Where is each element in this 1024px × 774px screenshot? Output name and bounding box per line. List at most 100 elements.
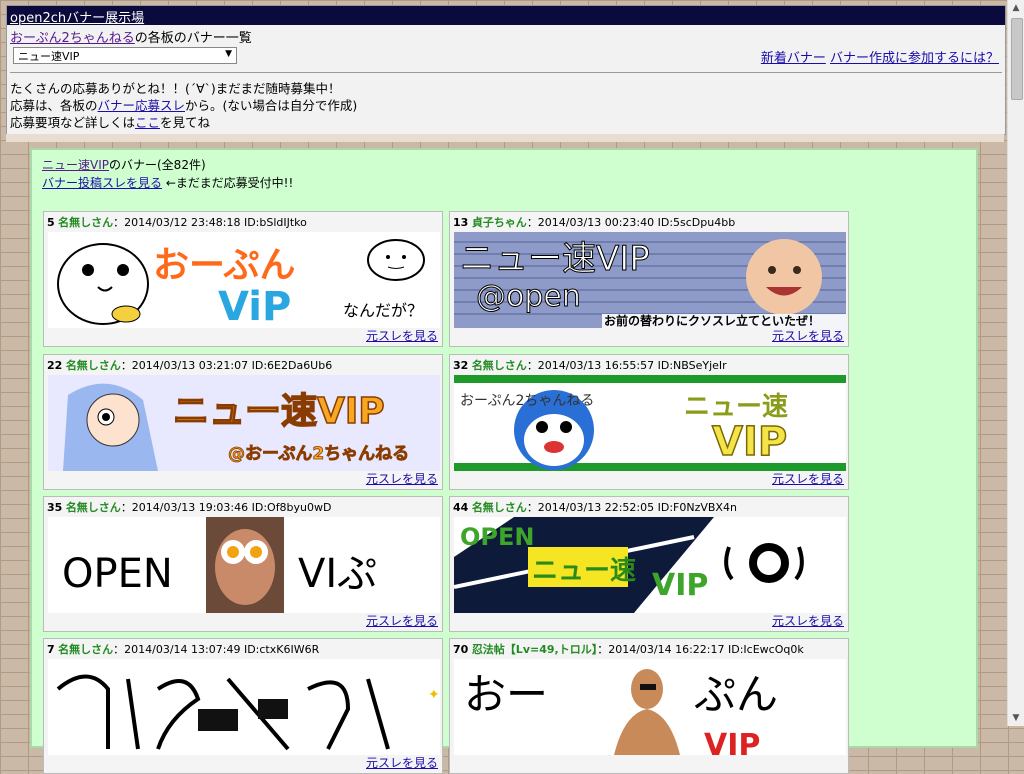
scrollbar-thumb[interactable] bbox=[1011, 18, 1023, 100]
chevron-down-icon: ▼ bbox=[225, 49, 232, 59]
banner-text: ニュー速 bbox=[532, 556, 636, 586]
site-link[interactable]: おーぷん2ちゃんねる bbox=[10, 31, 135, 46]
notice-text-suffix: を見てね bbox=[160, 115, 211, 130]
notice-line-1: たくさんの応募ありがとね！！(´∀`)まだまだ随時募集中！ bbox=[10, 81, 341, 96]
divider bbox=[10, 72, 1002, 73]
banner-image[interactable]: ✦ bbox=[48, 659, 440, 755]
poster-name: 忍法帖【Lv=49,トロル】 bbox=[471, 643, 598, 656]
details-link[interactable]: ここ bbox=[135, 115, 160, 130]
post-number: 70 bbox=[453, 643, 469, 656]
poster-name: 名無しさん bbox=[58, 643, 114, 656]
post-info: ：2014/03/14 13:07:49 ID:ctxK6IW6R bbox=[113, 643, 320, 656]
join-link[interactable]: バナー作成に参加するには？ bbox=[830, 51, 999, 66]
post-meta: 35 名無しさん：2014/03/13 19:03:46 ID:Of8byu0w… bbox=[47, 499, 332, 515]
site-title-link[interactable]: open2chバナー展示場 bbox=[10, 11, 144, 26]
post-info: ：2014/03/13 22:52:05 ID:F0NzVBX4n bbox=[526, 501, 737, 514]
title-bar: open2chバナー展示場 bbox=[7, 6, 1005, 26]
post-number: 44 bbox=[453, 501, 469, 514]
banner-text: VIP bbox=[712, 419, 787, 465]
banner-text: ニュー速VIP bbox=[460, 239, 650, 279]
banner-image[interactable]: ニュー速VIP @open お前の替わりにクソスレ立てといたぜ！ bbox=[454, 232, 846, 328]
banner-text: ニュー速VIP bbox=[173, 391, 385, 432]
board-select[interactable]: ニュー速VIP ▼ bbox=[13, 47, 237, 64]
banner-card: 32 名無しさん：2014/03/13 16:55:57 ID:NBSeYjeI… bbox=[449, 354, 849, 490]
banner-image[interactable]: おーぷん2ちゃんねる ニュー速 VIP bbox=[454, 375, 846, 471]
banner-text: OPEN bbox=[460, 523, 534, 551]
post-meta: 13 貞子ちゃん：2014/03/13 00:23:40 ID:5scDpu4b… bbox=[453, 214, 735, 230]
subtitle-text: の各板のバナー一覧 bbox=[134, 31, 252, 46]
banner-card: 13 貞子ちゃん：2014/03/13 00:23:40 ID:5scDpu4b… bbox=[449, 211, 849, 347]
source-thread-link[interactable]: 元スレを見る bbox=[772, 327, 844, 344]
banner-image[interactable]: おーぷん ViP なんだが？ bbox=[48, 232, 440, 328]
source-thread-link[interactable]: 元スレを見る bbox=[366, 327, 438, 344]
header-links: 新着バナー バナー作成に参加するには？ bbox=[761, 47, 999, 66]
post-number: 7 bbox=[47, 643, 55, 656]
post-info: ：2014/03/13 19:03:46 ID:Of8byu0wD bbox=[120, 501, 332, 514]
banner-image[interactable]: ニュー速VIP @おーぷん2ちゃんねる bbox=[48, 375, 440, 471]
source-thread-link[interactable]: 元スレを見る bbox=[366, 754, 438, 771]
source-thread-link[interactable]: 元スレを見る bbox=[772, 470, 844, 487]
banner-card: 7 名無しさん：2014/03/14 13:07:49 ID:ctxK6IW6R… bbox=[43, 638, 443, 774]
post-number: 5 bbox=[47, 216, 55, 229]
banner-text: なんだが？ bbox=[343, 301, 423, 320]
poster-name: 名無しさん bbox=[471, 501, 527, 514]
post-info: ：2014/03/12 23:48:18 ID:bSldIJtko bbox=[113, 216, 307, 229]
notice-text: たくさんの応募ありがとね！！(´∀`)まだまだ随時募集中！ 応募は、各板のバナー… bbox=[10, 80, 357, 131]
notice-line-3: 応募要項など詳しくはここを見てね bbox=[10, 114, 357, 131]
notice-line-2: 応募は、各板のバナー応募スレから。(ない場合は自分で作成) bbox=[10, 97, 357, 114]
source-thread-link[interactable]: 元スレを見る bbox=[366, 470, 438, 487]
board-link[interactable]: ニュー速VIP bbox=[42, 158, 109, 172]
board-select-value: ニュー速VIP bbox=[18, 49, 80, 63]
post-meta: 70 忍法帖【Lv=49,トロル】：2014/03/14 16:22:17 ID… bbox=[453, 641, 804, 657]
post-meta: 5 名無しさん：2014/03/12 23:48:18 ID:bSldIJtko bbox=[47, 214, 307, 230]
banner-card: 35 名無しさん：2014/03/13 19:03:46 ID:Of8byu0w… bbox=[43, 496, 443, 632]
post-number: 32 bbox=[453, 359, 469, 372]
poster-name: 名無しさん bbox=[65, 359, 121, 372]
banner-text: お前の替わりにクソスレ立てといたぜ！ bbox=[604, 313, 820, 328]
banner-text: VIP bbox=[704, 728, 760, 755]
post-meta: 7 名無しさん：2014/03/14 13:07:49 ID:ctxK6IW6R bbox=[47, 641, 319, 657]
banner-text: おー bbox=[464, 670, 548, 719]
banner-text: ViP bbox=[218, 284, 291, 328]
source-thread-link[interactable]: 元スレを見る bbox=[366, 612, 438, 629]
banner-text: おーぷん2ちゃんねる bbox=[460, 393, 594, 409]
post-info: ：2014/03/13 16:55:57 ID:NBSeYjeIr bbox=[526, 359, 727, 372]
subtitle-line: おーぷん2ちゃんねるの各板のバナー一覧 bbox=[7, 25, 1005, 48]
post-number: 22 bbox=[47, 359, 63, 372]
post-info: ：2014/03/13 03:21:07 ID:6E2Da6Ub6 bbox=[120, 359, 333, 372]
post-number: 35 bbox=[47, 501, 63, 514]
banner-image[interactable]: OPEN ニュー速 VIP bbox=[454, 517, 846, 613]
notice-text-prefix: 応募は、各板の bbox=[10, 98, 98, 113]
apply-thread-link[interactable]: バナー応募スレ bbox=[98, 98, 186, 113]
banner-text: OPEN bbox=[62, 551, 173, 597]
banner-text: @おーぷん2ちゃんねる bbox=[228, 444, 409, 464]
new-banner-link[interactable]: 新着バナー bbox=[761, 51, 826, 66]
source-thread-link[interactable]: 元スレを見る bbox=[772, 612, 844, 629]
vertical-scrollbar[interactable]: ▲ ▼ bbox=[1007, 0, 1024, 726]
scroll-up-icon[interactable]: ▲ bbox=[1008, 0, 1024, 16]
post-number: 13 bbox=[453, 216, 469, 229]
banner-gallery: ニュー速VIPのバナー(全82件) バナー投稿スレを見る ←まだまだ応募受付中!… bbox=[30, 148, 978, 774]
notice-text-prefix: 応募要項など詳しくは bbox=[10, 115, 136, 130]
notice-text-suffix: から。(ない場合は自分で作成) bbox=[185, 98, 358, 113]
banner-text: ニュー速 bbox=[684, 392, 788, 422]
banner-card: 70 忍法帖【Lv=49,トロル】：2014/03/14 16:22:17 ID… bbox=[449, 638, 849, 774]
banner-text: おーぷん bbox=[153, 245, 296, 286]
banner-card: 44 名無しさん：2014/03/13 22:52:05 ID:F0NzVBX4… bbox=[449, 496, 849, 632]
banner-text: ぷん bbox=[694, 670, 778, 719]
poster-name: 名無しさん bbox=[471, 359, 527, 372]
gallery-header: ニュー速VIPのバナー(全82件) バナー投稿スレを見る ←まだまだ応募受付中!… bbox=[42, 156, 293, 192]
scroll-down-icon[interactable]: ▼ bbox=[1008, 710, 1024, 726]
post-meta: 32 名無しさん：2014/03/13 16:55:57 ID:NBSeYjeI… bbox=[453, 357, 727, 373]
banner-text: @open bbox=[476, 279, 581, 314]
banner-image[interactable]: おー ぷん VIP bbox=[454, 659, 846, 755]
banner-text: VIP bbox=[652, 568, 708, 603]
post-thread-link[interactable]: バナー投稿スレを見る bbox=[42, 176, 162, 190]
banner-image[interactable]: OPEN VIぷ bbox=[48, 517, 440, 613]
poster-name: 名無しさん bbox=[58, 216, 114, 229]
header-gutter bbox=[6, 134, 1004, 142]
board-heading: ニュー速VIPのバナー(全82件) bbox=[42, 156, 293, 174]
poster-name: 名無しさん bbox=[65, 501, 121, 514]
banner-text: VIぷ bbox=[298, 551, 377, 597]
poster-name: 貞子ちゃん bbox=[471, 216, 527, 229]
